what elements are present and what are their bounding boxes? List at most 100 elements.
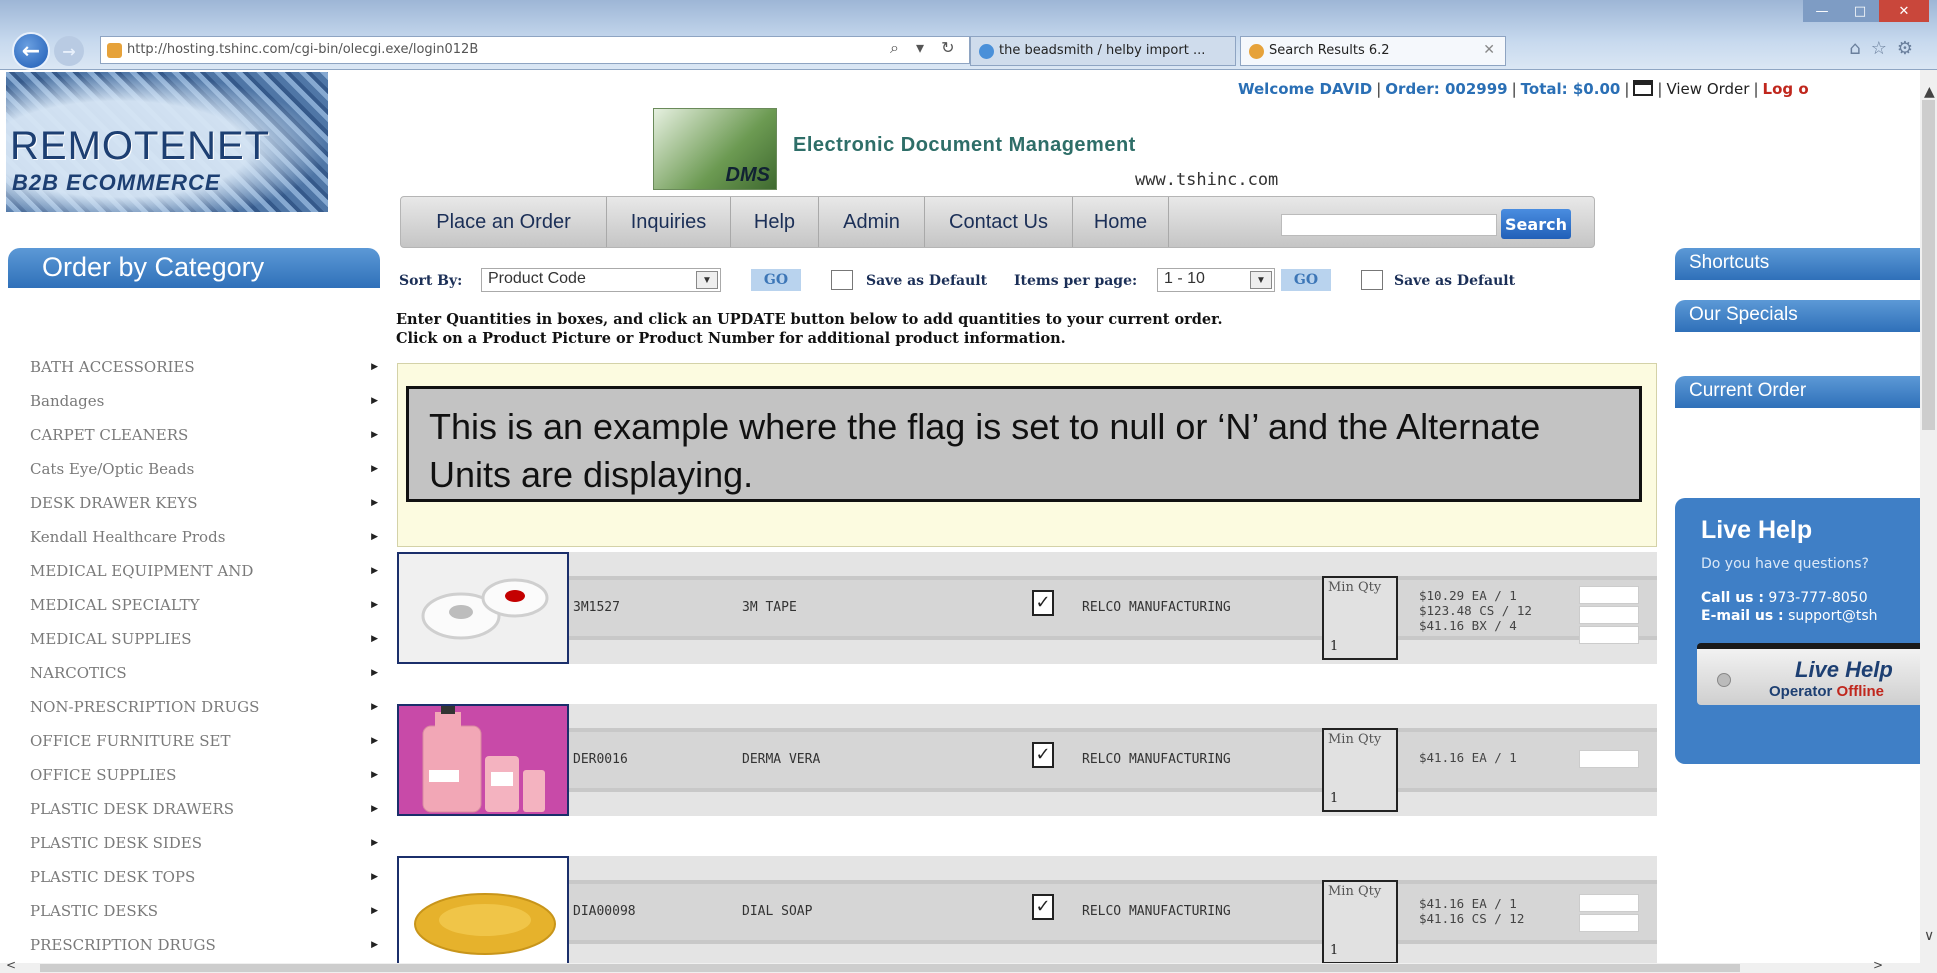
current-order-header[interactable]: Current Order (1675, 376, 1920, 408)
logout-link[interactable]: Log o (1763, 80, 1809, 98)
category-item[interactable]: NON-PRESCRIPTION DRUGS (30, 690, 380, 724)
quantity-input[interactable] (1579, 750, 1639, 768)
sort-by-select[interactable]: Product Code ▼ (481, 268, 721, 292)
items-per-page-value: 1 - 10 (1164, 270, 1205, 287)
quantity-input[interactable] (1579, 626, 1639, 644)
order-number: Order: 002999 (1385, 80, 1508, 98)
browser-tab-1[interactable]: the beadsmith / helby import ... (970, 36, 1236, 66)
welcome-bar: Welcome DAVID | Order: 002999 | Total: $0.00… (1238, 80, 1809, 98)
close-window-icon[interactable]: ✕ (1879, 0, 1929, 22)
scroll-right-icon[interactable]: > (1873, 958, 1883, 972)
tab-label: Search Results 6.2 (1269, 43, 1390, 58)
save-default-label: Save as Default (866, 273, 988, 289)
category-item[interactable]: PRESCRIPTION DRUGS (30, 928, 380, 962)
product-name: DIAL SOAP (742, 904, 813, 919)
search-input[interactable] (1281, 214, 1497, 236)
search-button[interactable]: Search (1501, 209, 1571, 239)
instructions: Enter Quantities in boxes, and click an … (396, 310, 1223, 348)
category-item[interactable]: Bandages (30, 384, 380, 418)
product-code[interactable]: 3M1527 (573, 600, 620, 615)
min-qty-value: 1 (1330, 943, 1339, 958)
product-code[interactable]: DIA00098 (573, 904, 636, 919)
nav-admin[interactable]: Admin (819, 197, 925, 247)
price-line: $10.29 EA / 1 (1419, 588, 1517, 603)
product-manufacturer: RELCO MANUFACTURING (1082, 600, 1231, 615)
min-qty-value: 1 (1330, 639, 1339, 654)
save-default-checkbox[interactable] (831, 270, 853, 290)
sort-by-value: Product Code (488, 270, 586, 287)
category-item[interactable]: PLASTIC DESK DRAWERS (30, 792, 380, 826)
forward-arrow-icon[interactable]: → (54, 36, 84, 66)
chevron-down-icon[interactable]: ▼ (1250, 271, 1272, 289)
close-tab-icon[interactable]: ✕ (1483, 42, 1495, 58)
nav-inquiries[interactable]: Inquiries (607, 197, 731, 247)
quantity-input[interactable] (1579, 606, 1639, 624)
category-item[interactable]: MEDICAL SUPPLIES (30, 622, 380, 656)
save-default-checkbox-2[interactable] (1361, 270, 1383, 290)
quantity-input[interactable] (1579, 586, 1639, 604)
product-checkbox[interactable]: ✓ (1032, 894, 1054, 920)
browser-chrome: ← → http://hosting.tshinc.com/cgi-bin/ol… (0, 0, 1937, 70)
product-code[interactable]: DER0016 (573, 752, 628, 767)
nav-contact-us[interactable]: Contact Us (925, 197, 1073, 247)
product-checkbox[interactable]: ✓ (1032, 590, 1054, 616)
category-item[interactable]: PLASTIC DESKS (30, 894, 380, 928)
address-actions[interactable]: ⌕ ▾ ↻ (890, 38, 961, 58)
category-item[interactable]: OFFICE FURNITURE SET (30, 724, 380, 758)
browser-tab-2[interactable]: Search Results 6.2 ✕ (1240, 36, 1506, 66)
category-item[interactable]: Kendall Healthcare Prods (30, 520, 380, 554)
live-help-button[interactable]: Live Help Operator Offline (1697, 643, 1920, 705)
horizontal-scroll-thumb[interactable] (40, 964, 1740, 972)
category-item[interactable]: CARPET CLEANERS (30, 418, 380, 452)
category-item[interactable]: NARCOTICS (30, 656, 380, 690)
price-line: $41.16 BX / 4 (1419, 618, 1517, 633)
instruction-line-1: Enter Quantities in boxes, and click an … (396, 311, 1223, 328)
price-line: $41.16 EA / 1 (1419, 750, 1517, 765)
printer-icon[interactable] (1633, 80, 1654, 96)
dms-logo-text: DMS (725, 164, 770, 186)
operator-label: Operator (1769, 683, 1833, 700)
product-image-lotion[interactable] (397, 704, 569, 816)
nav-home[interactable]: Home (1073, 197, 1169, 247)
scroll-down-icon[interactable]: ∨ (1924, 928, 1934, 944)
items-go-button[interactable]: GO (1281, 269, 1331, 291)
remotenet-logo[interactable]: REMOTENET B2B ECOMMERCE (6, 72, 328, 212)
sort-go-button[interactable]: GO (751, 269, 801, 291)
minimize-icon[interactable]: — (1803, 0, 1841, 22)
ie-tab-icon (979, 44, 994, 59)
shortcuts-header[interactable]: Shortcuts (1675, 248, 1920, 280)
category-item[interactable]: DESK DRAWER KEYS (30, 486, 380, 520)
category-item[interactable]: Cats Eye/Optic Beads (30, 452, 380, 486)
product-image-tape[interactable] (397, 552, 569, 664)
quantity-input[interactable] (1579, 894, 1639, 912)
maximize-icon[interactable]: □ (1841, 0, 1879, 22)
back-arrow-icon[interactable]: ← (12, 32, 50, 70)
product-name: 3M TAPE (742, 600, 797, 615)
chevron-down-icon[interactable]: ▼ (696, 271, 718, 289)
category-item[interactable]: PLASTIC DESK TOPS (30, 860, 380, 894)
home-favorites-settings-icons[interactable]: ⌂☆⚙ (1849, 38, 1923, 59)
vertical-scroll-thumb[interactable] (1922, 100, 1935, 430)
category-item[interactable]: OFFICE SUPPLIES (30, 758, 380, 792)
category-item[interactable]: PLASTIC DESK SIDES (30, 826, 380, 860)
nav-help[interactable]: Help (731, 197, 819, 247)
product-image-soap[interactable] (397, 856, 569, 963)
operator-offline: Offline (1836, 683, 1885, 700)
address-bar[interactable]: http://hosting.tshinc.com/cgi-bin/olecgi… (100, 36, 970, 64)
address-url: http://hosting.tshinc.com/cgi-bin/olecgi… (127, 42, 479, 57)
email-value[interactable]: support@tsh (1788, 608, 1877, 624)
sort-by-label: Sort By: (399, 273, 463, 289)
sort-bar: Sort By: Product Code ▼ GO Save as Defau… (399, 266, 1549, 296)
category-item[interactable]: MEDICAL EQUIPMENT AND (30, 554, 380, 588)
category-item[interactable]: MEDICAL SPECIALTY (30, 588, 380, 622)
price-list: $10.29 EA / 1 $123.48 CS / 12 $41.16 BX … (1419, 588, 1532, 633)
quantity-input[interactable] (1579, 914, 1639, 932)
nav-place-order[interactable]: Place an Order (401, 197, 607, 247)
product-checkbox[interactable]: ✓ (1032, 742, 1054, 768)
category-item[interactable]: BATH ACCESSORIES (30, 350, 380, 384)
scroll-left-icon[interactable]: < (6, 958, 16, 972)
items-per-page-select[interactable]: 1 - 10 ▼ (1157, 268, 1275, 292)
view-order-link[interactable]: View Order (1666, 80, 1749, 98)
our-specials-header[interactable]: Our Specials (1675, 300, 1920, 332)
scroll-up-icon[interactable]: ▲ (1924, 84, 1935, 100)
